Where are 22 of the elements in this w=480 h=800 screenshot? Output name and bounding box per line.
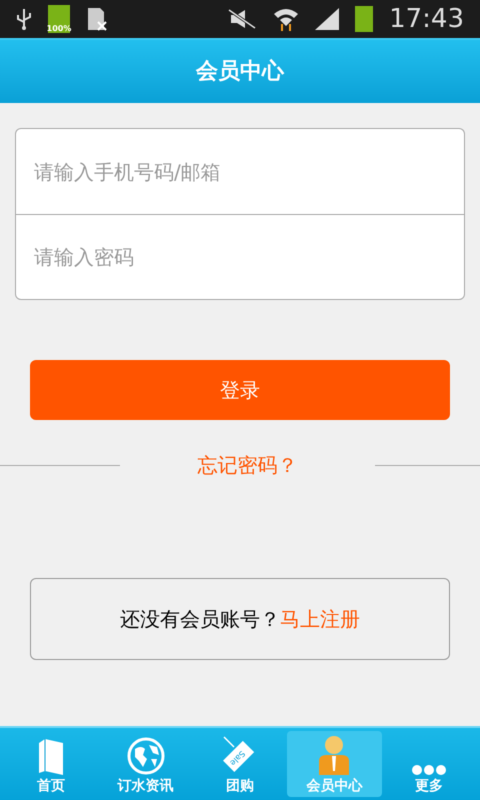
nav-tab[interactable]: 首页 xyxy=(4,731,98,797)
mute-icon xyxy=(227,8,258,30)
nav-tab[interactable]: 会员中心 xyxy=(287,731,382,797)
register-prompt: 还没有会员账号？ xyxy=(120,606,280,633)
clock: 17:43 xyxy=(389,6,464,32)
wifi-icon xyxy=(273,6,300,32)
input-field[interactable]: 请输入手机号码/邮箱 xyxy=(15,128,465,214)
usb-icon xyxy=(16,7,32,31)
book-icon xyxy=(37,739,66,775)
globe-icon xyxy=(126,737,165,775)
register-link[interactable]: 马上注册 xyxy=(280,604,360,634)
sim-card-icon xyxy=(86,6,108,32)
person-icon xyxy=(317,735,352,775)
signal-icon xyxy=(315,8,340,30)
forgot-password-link[interactable]: 忘记密码？ xyxy=(198,450,298,480)
page-title: 会员中心 xyxy=(196,58,284,86)
login-button[interactable]: 登录 xyxy=(30,360,450,420)
more-icon xyxy=(412,765,446,775)
battery-icon xyxy=(355,6,374,32)
input-field[interactable]: 请输入密码 xyxy=(15,214,465,300)
nav-tab[interactable]: 订水资讯 xyxy=(98,731,193,797)
nav-tab[interactable]: 更多 xyxy=(382,731,476,797)
